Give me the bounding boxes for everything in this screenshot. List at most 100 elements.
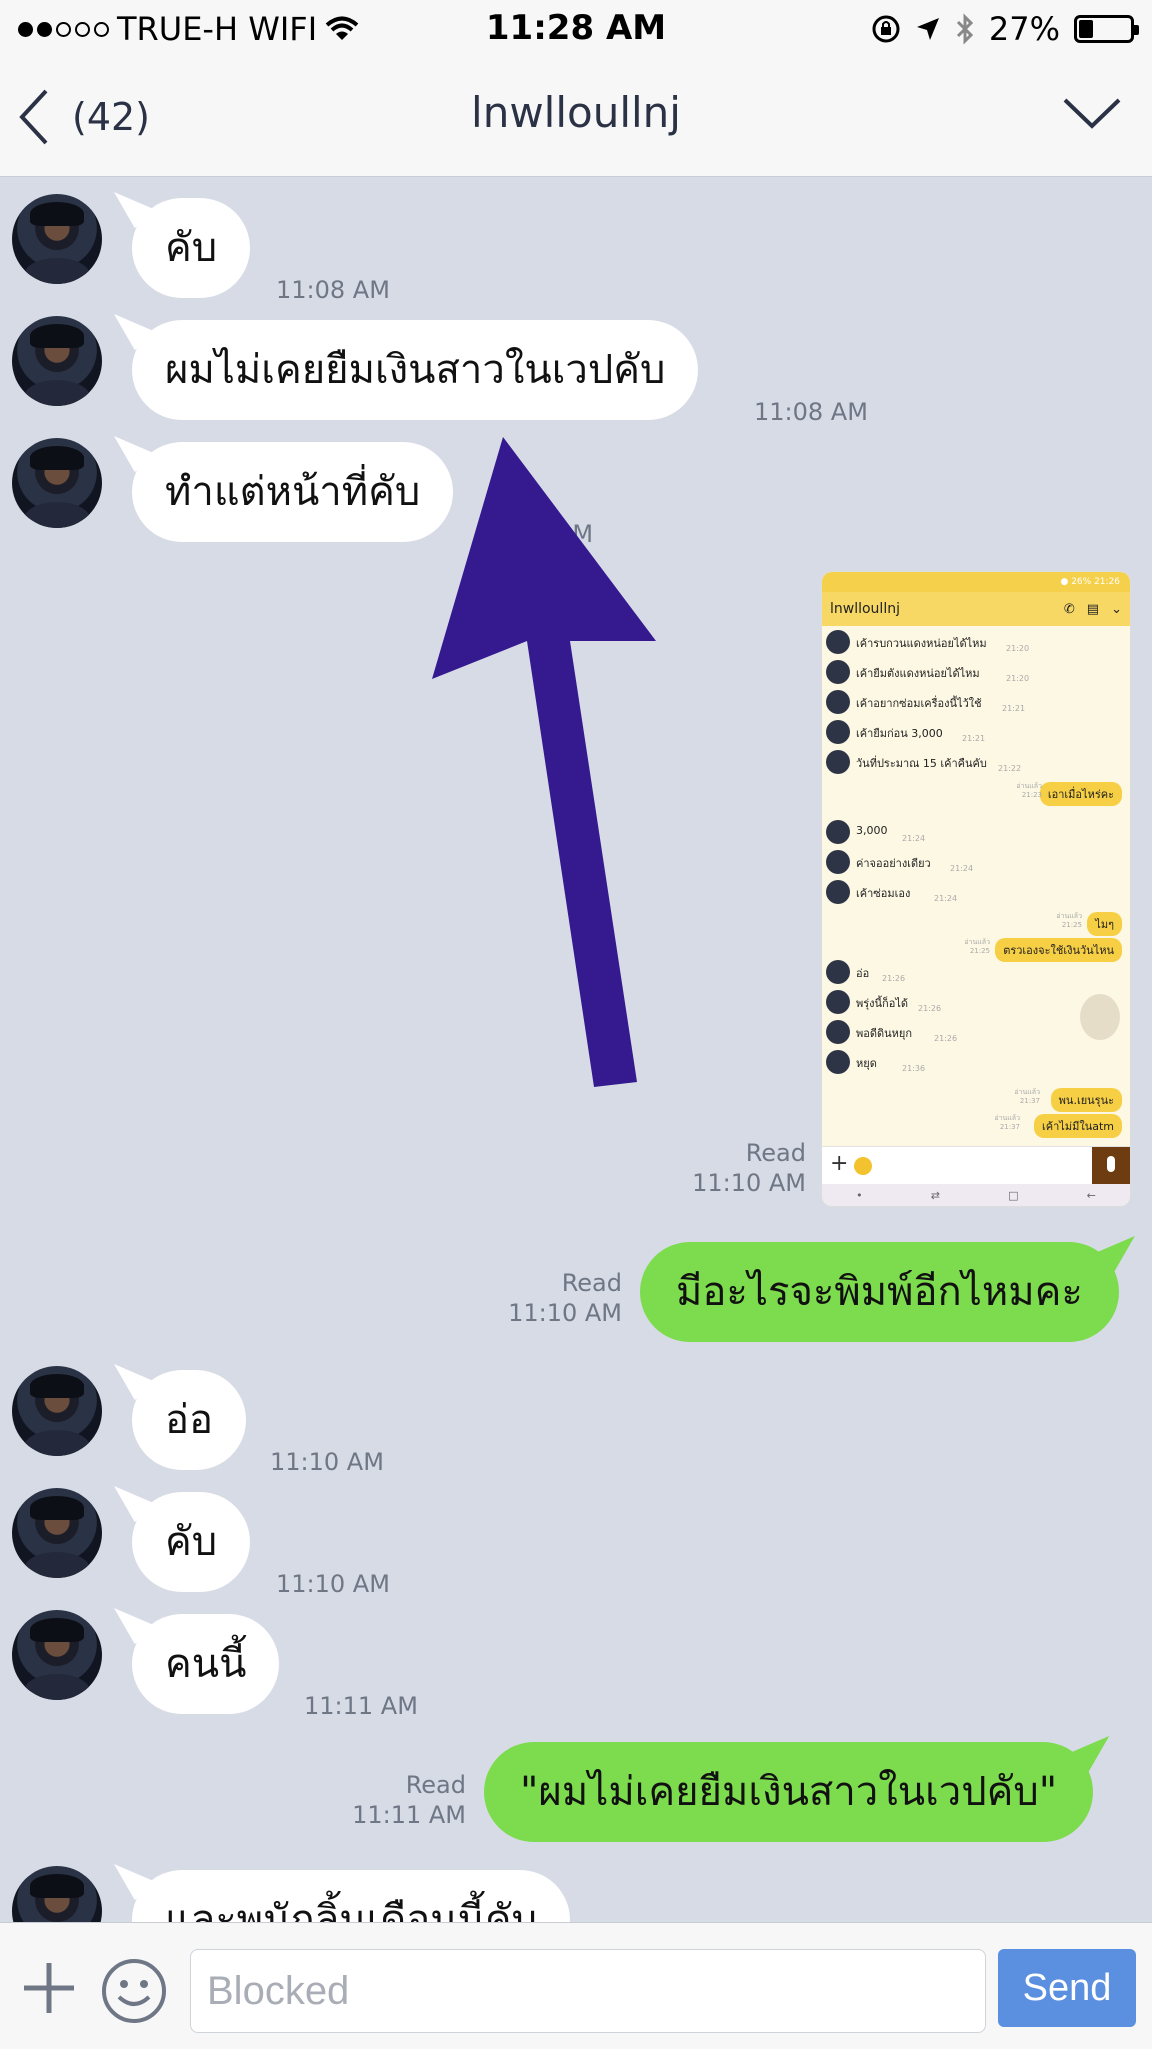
thumb-read-receipt: อ่านแล้ว 21:37 (994, 1114, 1020, 1132)
thumb-outgoing-bubble: พน.เยนรุนะ (1050, 1088, 1122, 1112)
thumb-outgoing-row: เอาเมื่อไหร่คะ อ่านแล้ว 21:23 (822, 780, 1130, 806)
chevron-down-icon (1063, 98, 1121, 129)
message-bubble[interactable]: ทำแต่หน้าที่คับ (132, 442, 454, 542)
message-time: 11:10 AM (270, 1448, 384, 1476)
thumb-message-text: 3,000 (856, 824, 888, 837)
contact-avatar[interactable] (12, 438, 102, 528)
message-time: 11:08 AM (754, 398, 868, 426)
contact-avatar[interactable] (12, 1488, 102, 1578)
chat-area[interactable]: คับ 11:08 AM ผมไม่เคยยืมเงินสาวในเวปคับ … (0, 176, 1152, 1922)
thumb-message-text: วันที่ประมาณ 15 เค้าคืนคับ (856, 757, 987, 770)
thumb-message-time: 21:24 (934, 894, 958, 903)
smiley-icon (102, 1959, 166, 2023)
thumb-read-label: อ่านแล้ว (964, 938, 990, 946)
thumb-incoming-row: หยุด 21:36 (822, 1050, 1130, 1076)
contact-avatar[interactable] (12, 1610, 102, 1700)
read-label: Read (405, 1771, 466, 1799)
message-row: ทำแต่หน้าที่คับ AM (0, 438, 1152, 548)
attach-button[interactable] (20, 1959, 78, 2017)
message-row: และพนักลิ้นเดือนนี้คับ (0, 1866, 1152, 1922)
thumb-avatar (826, 850, 850, 874)
message-input[interactable] (190, 1949, 986, 2033)
thumb-avatar (826, 690, 850, 714)
thumb-message-text: พรุ่งนี้ก็อได้ (856, 997, 908, 1010)
thumb-outgoing-bubble: ตรวเองจะใช้เงินวันไหน (995, 938, 1122, 962)
thumb-incoming-row: เค้ายืมตังแดงหน่อยได้ไหม 21:20 (822, 660, 1130, 686)
thumb-read-receipt: อ่านแล้ว 21:23 (1016, 782, 1042, 800)
message-row: ผมไม่เคยยืมเงินสาวในเวปคับ 11:08 AM (0, 316, 1152, 426)
outgoing-message-bubble[interactable]: มีอะไรจะพิมพ์อีกไหมคะ (640, 1242, 1119, 1342)
thumb-outgoing-bubble: เค้าไม่มีในatm (1034, 1114, 1122, 1138)
thumb-message-text: ค่าจออย่างเดียว (856, 857, 931, 870)
read-receipt: Read 11:11 AM (348, 1770, 466, 1830)
status-bar: TRUE-H WIFI 11:28 AM 27% (0, 0, 1152, 58)
menu-toggle-button[interactable] (1062, 94, 1122, 144)
thumb-incoming-row: เค้าอยากซ่อมเครื่องนี้ไว้ใช้ 21:21 (822, 690, 1130, 716)
back-arrow-icon: ← (1086, 1188, 1096, 1202)
battery-icon (1074, 15, 1139, 43)
thumb-message-time: 21:37 (1019, 1097, 1040, 1105)
message-bubble[interactable]: ผมไม่เคยยืมเงินสาวในเวปคับ (132, 320, 699, 420)
message-bubble[interactable]: อ่อ (132, 1370, 247, 1470)
thumb-read-label: อ่านแล้ว (994, 1114, 1020, 1122)
thumb-message-time: 21:36 (902, 1064, 926, 1073)
thumb-read-receipt: อ่านแล้ว 21:25 (1056, 912, 1082, 930)
thumb-message-text: เค้าอยากซ่อมเครื่องนี้ไว้ใช้ (856, 697, 982, 710)
thumb-incoming-row: เค้ายืมก่อน 3,000 21:21 (822, 720, 1130, 746)
thumb-outgoing-row: พน.เยนรุนะ อ่านแล้ว 21:37 (822, 1086, 1130, 1112)
thumb-avatar (826, 750, 850, 774)
thumb-message-text: เค้ายืมก่อน 3,000 (856, 727, 943, 740)
thumb-message-text: เค้าซ่อมเอง (856, 887, 911, 900)
message-row: คับ 11:10 AM (0, 1488, 1152, 1598)
message-time: 11:08 AM (276, 276, 390, 304)
message-bubble[interactable]: คับ (132, 198, 251, 298)
thumb-message-text: อ่อ (856, 967, 870, 980)
plus-icon: + (830, 1151, 849, 1176)
send-button[interactable]: Send (998, 1949, 1136, 2027)
thumb-message-time: 21:26 (934, 1034, 958, 1043)
thumb-avatar (826, 990, 850, 1014)
thumb-read-receipt: อ่านแล้ว 21:37 (1014, 1088, 1040, 1106)
thumb-outgoing-bubble: ไมๆ (1087, 912, 1122, 936)
contact-avatar[interactable] (12, 194, 102, 284)
message-row: คับ 11:08 AM (0, 194, 1152, 304)
chat-title: lnwlloullnj (471, 88, 681, 137)
thumb-message-time: 21:24 (902, 834, 926, 843)
thumb-incoming-row: เค้ารบกวนแดงหน่อยได้ไหม 21:20 (822, 630, 1130, 656)
thumb-avatar (826, 1050, 850, 1074)
contact-avatar[interactable] (12, 1366, 102, 1456)
message-bubble[interactable]: คนนี้ (132, 1614, 280, 1714)
sticker-icon (854, 1157, 872, 1175)
image-message[interactable]: ● 26% 21:26 lnwlloullnj ✆ ▤ ⌄ เค้ารบกวนแ… (822, 572, 1130, 1206)
thumb-title: lnwlloullnj (830, 601, 900, 617)
thumb-message-text: หยุด (856, 1057, 877, 1070)
chevron-down-icon: ⌄ (1111, 601, 1122, 617)
thumb-incoming-row: อ่อ 21:26 (822, 960, 1130, 986)
thumb-read-label: อ่านแล้ว (1016, 782, 1042, 790)
message-time: 11:10 AM (508, 1299, 622, 1327)
note-icon: ▤ (1086, 601, 1100, 617)
thumb-message-time: 21:26 (882, 974, 906, 983)
thumb-message-time: 21:37 (999, 1123, 1020, 1131)
thumb-avatar (826, 820, 850, 844)
dot-icon: • (856, 1188, 863, 1202)
thumb-message-list: เค้ารบกวนแดงหน่อยได้ไหม 21:20 เค้ายืมตังแด… (822, 626, 1130, 1146)
thumb-outgoing-row: ไมๆ อ่านแล้ว 21:25 (822, 910, 1130, 936)
contact-avatar[interactable] (12, 1866, 102, 1922)
sticker-button[interactable] (100, 1957, 168, 2025)
thumb-incoming-row: วันที่ประมาณ 15 เค้าคืนคับ 21:22 (822, 750, 1130, 776)
thumb-message-text: เค้ายืมตังแดงหน่อยได้ไหม (856, 667, 980, 680)
message-bubble[interactable]: คับ (132, 1492, 251, 1592)
thumb-incoming-row: 3,000 21:24 (822, 820, 1130, 846)
phone-icon: ✆ (1063, 601, 1075, 617)
home-icon: □ (1008, 1188, 1019, 1202)
contact-avatar[interactable] (12, 316, 102, 406)
message-row: อ่อ 11:10 AM (0, 1366, 1152, 1476)
thumb-message-text: เค้ารบกวนแดงหน่อยได้ไหม (856, 637, 987, 650)
mic-icon (1092, 1147, 1130, 1185)
message-bubble[interactable]: และพนักลิ้นเดือนนี้คับ (132, 1870, 571, 1922)
outgoing-message-bubble[interactable]: "ผมไม่เคยยืมเงินสาวในเวปคับ" (484, 1742, 1094, 1842)
thumb-message-time: 21:25 (969, 947, 990, 955)
thumb-outgoing-bubble: เอาเมื่อไหร่คะ (1039, 782, 1122, 806)
battery-fill (1079, 20, 1093, 38)
